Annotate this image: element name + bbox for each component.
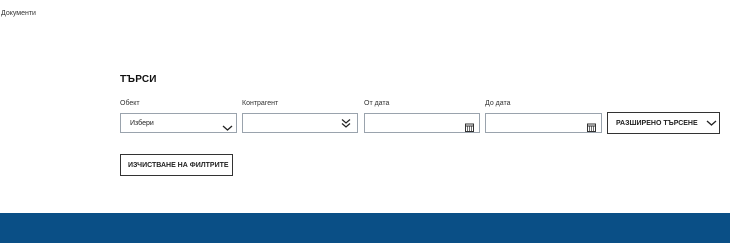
object-label: Обект (120, 100, 140, 107)
advanced-search-label: РАЗШИРЕНО ТЪРСЕНЕ (616, 120, 698, 127)
date-to-field[interactable] (485, 113, 602, 133)
double-chevron-down-icon (341, 116, 351, 134)
date-from-label: От дата (364, 100, 390, 107)
counterparty-field[interactable] (242, 113, 358, 133)
footer-bar (0, 213, 730, 243)
search-title: ТЪРСИ (120, 74, 157, 85)
calendar-icon[interactable] (465, 119, 474, 137)
counterparty-label: Контрагент (242, 100, 279, 107)
clear-filters-label: ИЗЧИСТВАНЕ НА ФИЛТРИТЕ (128, 162, 229, 169)
calendar-icon[interactable] (587, 119, 596, 137)
date-from-field[interactable] (364, 113, 480, 133)
clear-filters-button[interactable]: ИЗЧИСТВАНЕ НА ФИЛТРИТЕ (120, 154, 233, 176)
date-to-label: До дата (485, 100, 511, 107)
chevron-down-icon (706, 119, 717, 129)
chevron-down-icon (222, 119, 233, 137)
breadcrumb: Документи (1, 10, 36, 17)
object-select[interactable]: Избери (120, 113, 237, 133)
advanced-search-button[interactable]: РАЗШИРЕНО ТЪРСЕНЕ (607, 112, 720, 134)
object-select-value: Избери (130, 120, 154, 127)
